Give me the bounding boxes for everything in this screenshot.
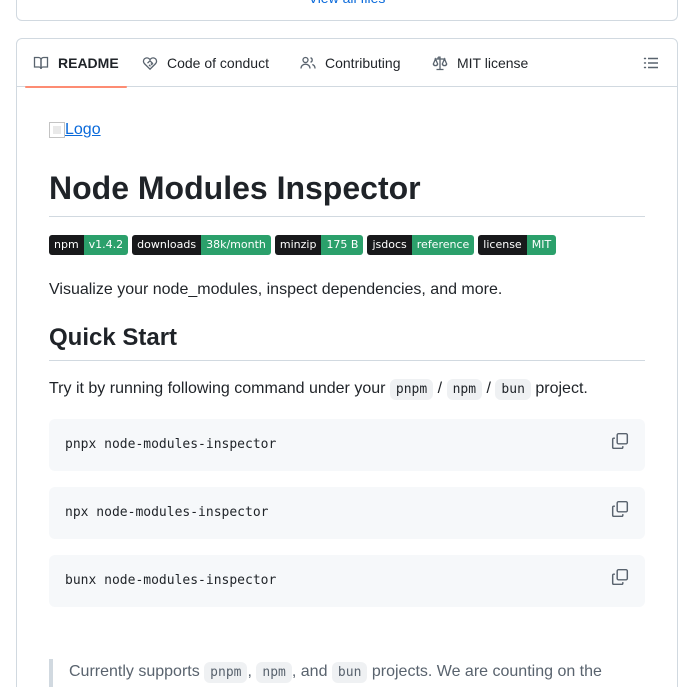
logo-image-link[interactable]: Logo: [49, 121, 101, 139]
inline-code-bun: bun: [331, 662, 368, 683]
tab-contributing[interactable]: Contributing: [300, 39, 401, 87]
code-command[interactable]: npx node-modules-inspector: [65, 505, 269, 521]
inline-code-npm: npm: [256, 662, 292, 683]
note-comma: ,: [247, 663, 252, 680]
badge-downloads[interactable]: downloads 38k/month: [132, 235, 271, 255]
tab-mit-license-label: MIT license: [457, 55, 529, 71]
badge-value: v1.4.2: [83, 235, 129, 255]
page-title: Node Modules Inspector: [49, 168, 645, 217]
badge-label: minzip: [274, 235, 322, 255]
quick-start-heading: Quick Start: [49, 322, 645, 361]
badge-label: downloads: [132, 235, 202, 255]
copy-button[interactable]: [611, 432, 629, 450]
code-command[interactable]: bunx node-modules-inspector: [65, 573, 276, 589]
badge-npm-version[interactable]: npm v1.4.2: [49, 235, 129, 255]
readme-tabs: README Code of conduct Contributing MIT …: [17, 39, 677, 88]
separator: /: [437, 380, 443, 397]
book-icon: [33, 56, 49, 70]
readme-panel: README Code of conduct Contributing MIT …: [16, 38, 678, 687]
note-and: , and: [291, 663, 328, 680]
badge-label: npm: [49, 235, 84, 255]
copy-button[interactable]: [611, 568, 629, 586]
badge-jsdocs[interactable]: jsdocs reference: [367, 235, 475, 255]
logo-alt-text: Logo: [65, 121, 101, 138]
law-scale-icon: [432, 56, 448, 71]
badge-value: MIT: [526, 235, 557, 255]
inline-code-pnpm: pnpm: [204, 662, 248, 683]
badge-label: jsdocs: [367, 235, 412, 255]
tab-readme[interactable]: README: [25, 39, 127, 88]
badge-label: license: [478, 235, 527, 255]
file-list-footer: View all files: [16, 0, 678, 21]
badge-value: 175 B: [321, 235, 364, 255]
list-unordered-icon: [643, 57, 658, 69]
tab-code-of-conduct[interactable]: Code of conduct: [142, 39, 269, 87]
code-block-npx: npx node-modules-inspector: [49, 487, 645, 539]
separator: /: [486, 380, 491, 397]
badge-row: npm v1.4.2 downloads 38k/month minzip 175 B…: [49, 235, 557, 255]
copy-icon: [611, 432, 629, 450]
intro-text-end: project.: [535, 380, 588, 397]
code-block-bunx: bunx node-modules-inspector: [49, 555, 645, 607]
note-text: Currently supports: [69, 663, 200, 680]
quick-start-intro: Try it by running following command unde…: [49, 377, 588, 402]
badge-value: reference: [411, 235, 475, 255]
code-command[interactable]: pnpx node-modules-inspector: [65, 437, 276, 453]
intro-text: Try it by running following command unde…: [49, 380, 386, 397]
tab-mit-license[interactable]: MIT license: [432, 39, 528, 87]
copy-button[interactable]: [611, 500, 629, 518]
copy-icon: [611, 500, 629, 518]
support-note: Currently supports pnpm, npm, and bun pr…: [49, 659, 645, 687]
code-block-pnpx: pnpx node-modules-inspector: [49, 419, 645, 471]
tab-readme-label: README: [58, 55, 119, 71]
inline-code-bun: bun: [495, 379, 531, 400]
heart-handshake-icon: [142, 57, 158, 71]
inline-code-npm: npm: [446, 379, 483, 400]
broken-image-icon: [49, 122, 65, 138]
tab-contributing-label: Contributing: [325, 55, 401, 71]
copy-icon: [611, 568, 629, 586]
inline-code-pnpm: pnpm: [389, 379, 434, 400]
badge-license[interactable]: license MIT: [478, 235, 557, 255]
description-text: Visualize your node_modules, inspect dep…: [49, 281, 503, 298]
outline-button[interactable]: [643, 55, 659, 71]
badge-minzip[interactable]: minzip 175 B: [274, 235, 364, 255]
tab-code-of-conduct-label: Code of conduct: [167, 55, 269, 71]
people-icon: [300, 56, 316, 69]
badge-value: 38k/month: [201, 235, 271, 255]
view-all-files-link[interactable]: View all files: [17, 0, 677, 8]
